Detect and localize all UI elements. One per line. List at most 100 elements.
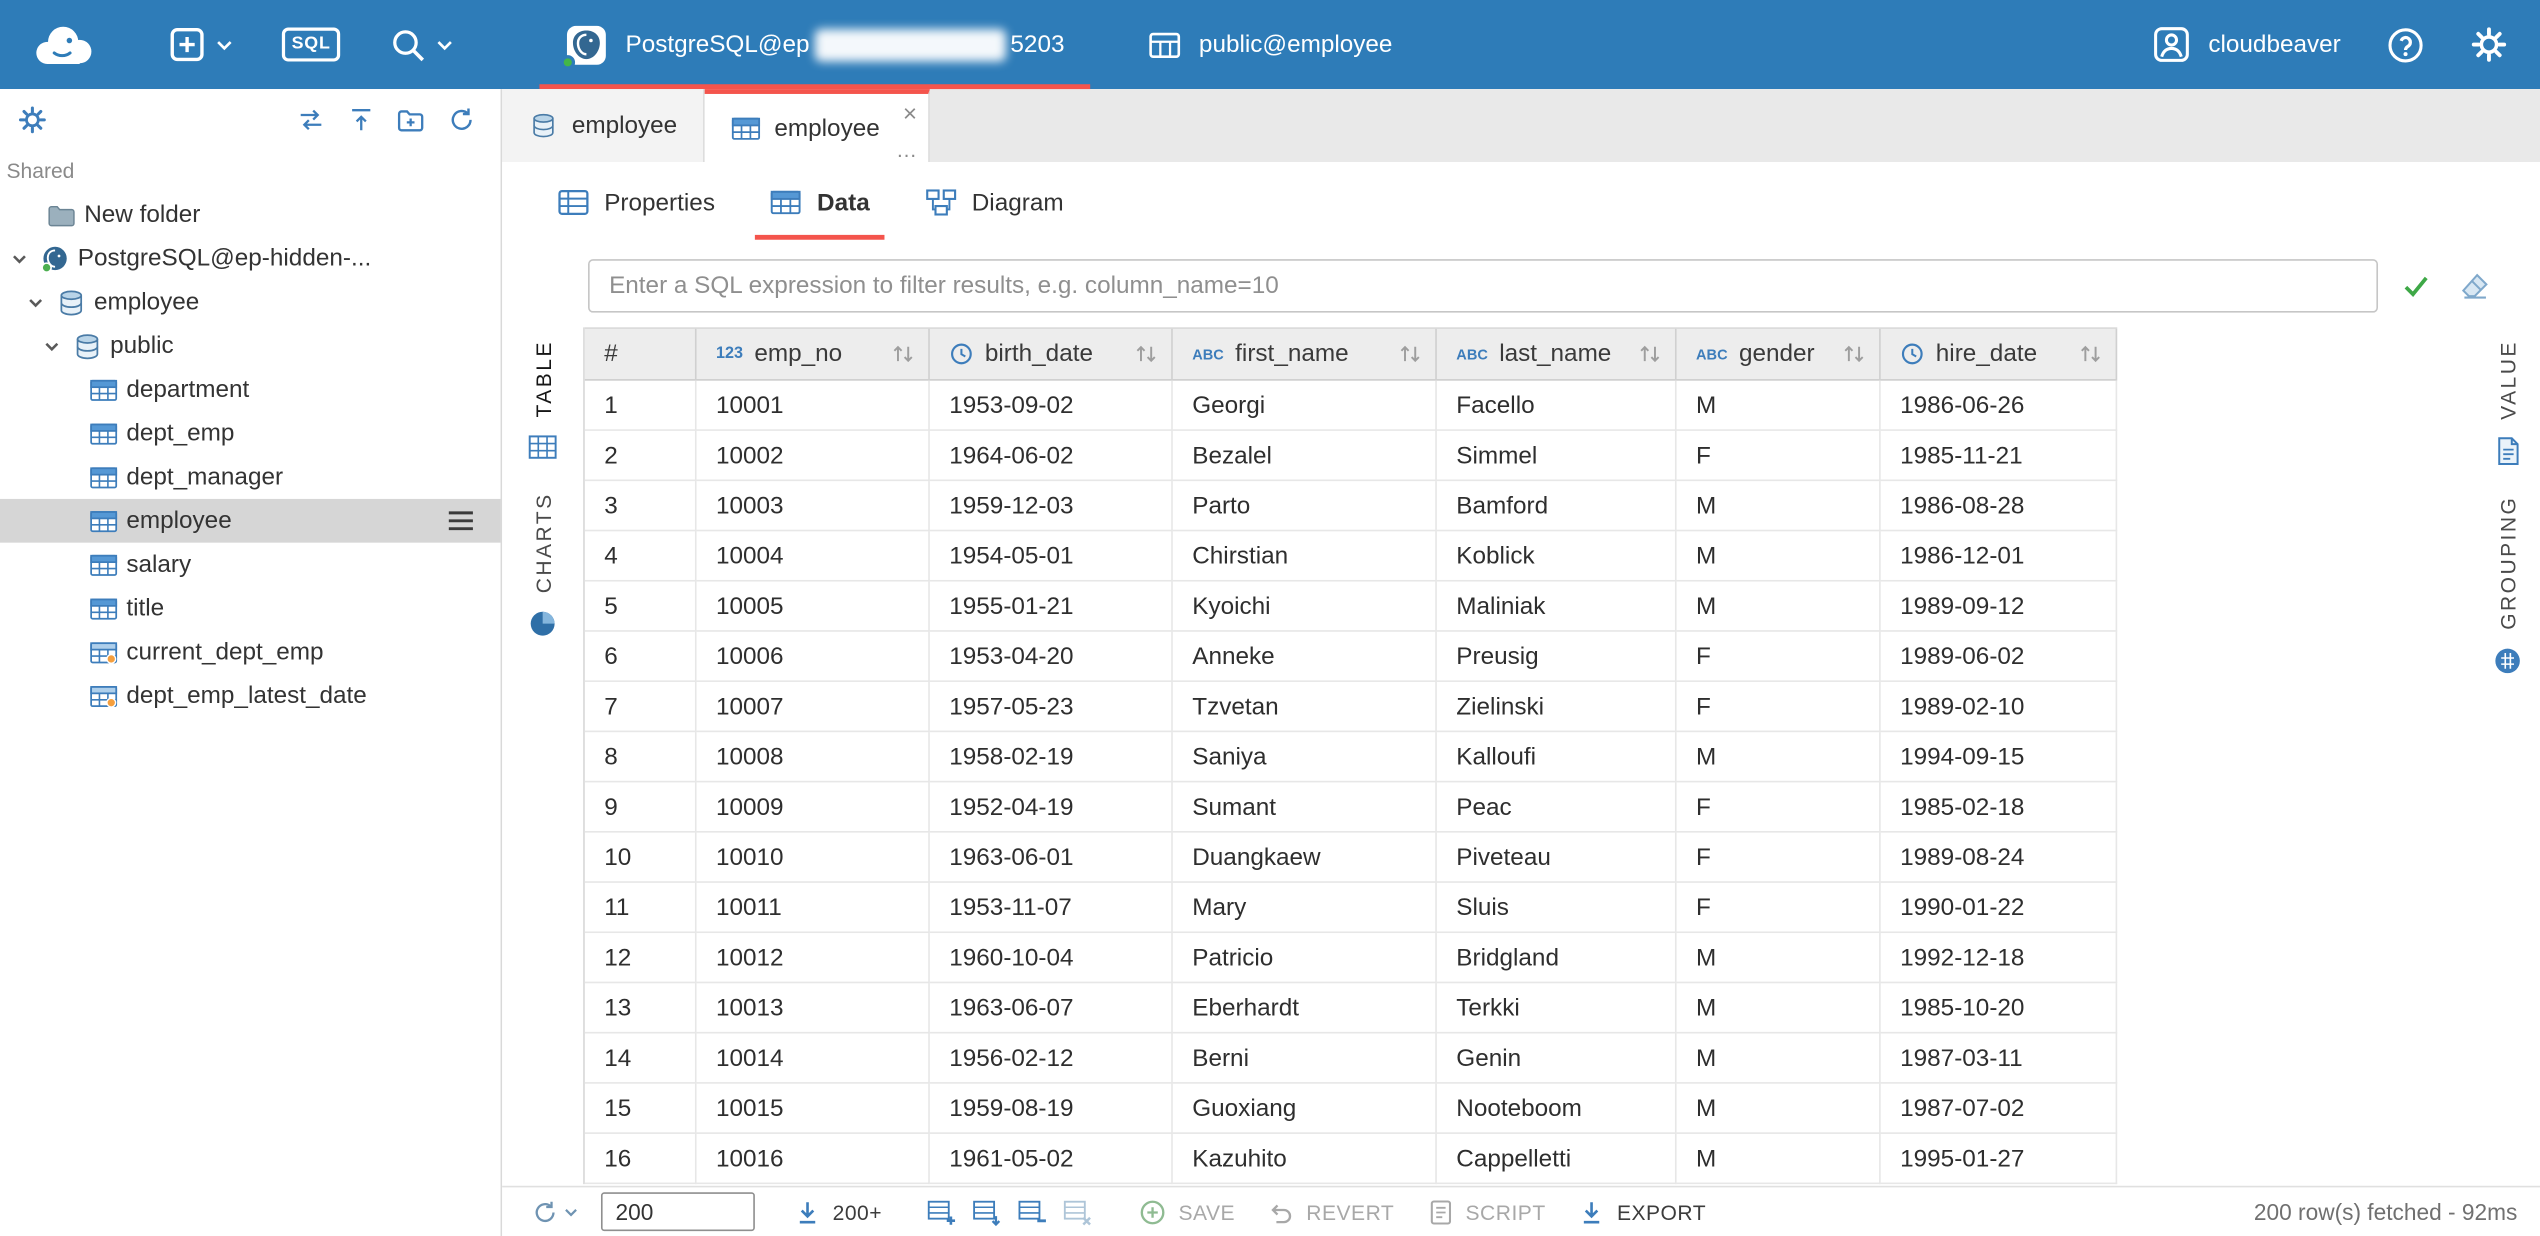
refresh-results-button[interactable] bbox=[525, 1198, 585, 1226]
new-folder-button[interactable] bbox=[386, 97, 436, 142]
cell-birth-date[interactable]: 1961-05-02 bbox=[930, 1134, 1173, 1184]
cell-birth-date[interactable]: 1956-02-12 bbox=[930, 1033, 1173, 1083]
panel-tab-grouping[interactable]: GROUPING bbox=[2493, 496, 2522, 675]
cell-gender[interactable]: F bbox=[1677, 782, 1881, 832]
cell-last-name[interactable]: Kalloufi bbox=[1437, 732, 1677, 782]
refresh-tree-button[interactable] bbox=[436, 97, 486, 142]
row-number-cell[interactable]: 7 bbox=[585, 682, 697, 732]
row-number-cell[interactable]: 15 bbox=[585, 1084, 697, 1134]
cell-first-name[interactable]: Chirstian bbox=[1173, 531, 1437, 581]
cell-hire-date[interactable]: 1987-07-02 bbox=[1881, 1084, 2118, 1134]
fetch-size-input[interactable] bbox=[601, 1192, 755, 1231]
navigator-settings-button[interactable] bbox=[6, 97, 56, 142]
cell-birth-date[interactable]: 1953-09-02 bbox=[930, 381, 1173, 431]
table-row[interactable]: 12 10012 1960-10-04 Patricio Bridgland M… bbox=[585, 933, 2117, 983]
sort-icon[interactable] bbox=[1638, 343, 1662, 364]
cell-emp-no[interactable]: 10002 bbox=[697, 431, 930, 481]
cell-hire-date[interactable]: 1986-12-01 bbox=[1881, 531, 2118, 581]
cell-gender[interactable]: M bbox=[1677, 1134, 1881, 1184]
cell-emp-no[interactable]: 10010 bbox=[697, 833, 930, 883]
row-number-cell[interactable]: 2 bbox=[585, 431, 697, 481]
cell-gender[interactable]: M bbox=[1677, 732, 1881, 782]
cell-last-name[interactable]: Preusig bbox=[1437, 632, 1677, 682]
cell-gender[interactable]: M bbox=[1677, 1033, 1881, 1083]
fetch-more-button[interactable]: 200+ bbox=[778, 1198, 899, 1226]
expand-chevron-icon[interactable] bbox=[39, 333, 65, 359]
tree-item-table-employee[interactable]: employee bbox=[0, 499, 501, 543]
cell-first-name[interactable]: Duangkaew bbox=[1173, 833, 1437, 883]
add-row-button[interactable] bbox=[927, 1196, 958, 1227]
row-number-cell[interactable]: 8 bbox=[585, 732, 697, 782]
presentation-tab-table[interactable]: TABLE bbox=[528, 340, 557, 459]
link-with-editor-button[interactable] bbox=[285, 97, 335, 142]
tab-diagram[interactable]: Diagram bbox=[902, 162, 1086, 243]
cell-first-name[interactable]: Parto bbox=[1173, 481, 1437, 531]
table-row[interactable]: 3 10003 1959-12-03 Parto Bamford M 1986-… bbox=[585, 481, 2117, 531]
sort-icon[interactable] bbox=[1134, 343, 1158, 364]
help-button[interactable] bbox=[2363, 0, 2447, 89]
tree-item-new-folder[interactable]: New folder bbox=[0, 193, 501, 237]
cell-birth-date[interactable]: 1959-08-19 bbox=[930, 1084, 1173, 1134]
settings-button[interactable] bbox=[2448, 0, 2531, 89]
column-header-rownum[interactable]: # bbox=[585, 329, 697, 379]
table-row[interactable]: 16 10016 1961-05-02 Kazuhito Cappelletti… bbox=[585, 1134, 2117, 1184]
cell-emp-no[interactable]: 10011 bbox=[697, 883, 930, 933]
cell-last-name[interactable]: Zielinski bbox=[1437, 682, 1677, 732]
column-header-hire-date[interactable]: hire_date bbox=[1881, 329, 2118, 379]
table-row[interactable]: 10 10010 1963-06-01 Duangkaew Piveteau F… bbox=[585, 833, 2117, 883]
column-header-gender[interactable]: ABC gender bbox=[1677, 329, 1881, 379]
tab-overflow-icon[interactable]: … bbox=[896, 139, 917, 160]
tree-item-view-current-dept-emp[interactable]: current_dept_emp bbox=[0, 630, 501, 674]
table-row[interactable]: 7 10007 1957-05-23 Tzvetan Zielinski F 1… bbox=[585, 682, 2117, 732]
cell-birth-date[interactable]: 1953-04-20 bbox=[930, 632, 1173, 682]
cell-emp-no[interactable]: 10003 bbox=[697, 481, 930, 531]
cloudbeaver-logo[interactable] bbox=[0, 0, 123, 89]
save-button[interactable]: SAVE bbox=[1123, 1198, 1251, 1226]
table-row[interactable]: 8 10008 1958-02-19 Saniya Kalloufi M 199… bbox=[585, 732, 2117, 782]
cell-gender[interactable]: F bbox=[1677, 833, 1881, 883]
tree-item-view-dept-emp-latest-date[interactable]: dept_emp_latest_date bbox=[0, 674, 501, 718]
cell-last-name[interactable]: Genin bbox=[1437, 1033, 1677, 1083]
cell-birth-date[interactable]: 1960-10-04 bbox=[930, 933, 1173, 983]
cell-emp-no[interactable]: 10007 bbox=[697, 682, 930, 732]
tree-item-table-title[interactable]: title bbox=[0, 586, 501, 630]
cell-last-name[interactable]: Nooteboom bbox=[1437, 1084, 1677, 1134]
cell-birth-date[interactable]: 1952-04-19 bbox=[930, 782, 1173, 832]
collapse-all-button[interactable] bbox=[335, 97, 385, 142]
column-header-emp-no[interactable]: 123 emp_no bbox=[697, 329, 930, 379]
cell-last-name[interactable]: Facello bbox=[1437, 381, 1677, 431]
cell-birth-date[interactable]: 1953-11-07 bbox=[930, 883, 1173, 933]
cell-emp-no[interactable]: 10014 bbox=[697, 1033, 930, 1083]
cell-last-name[interactable]: Bridgland bbox=[1437, 933, 1677, 983]
row-number-cell[interactable]: 4 bbox=[585, 531, 697, 581]
row-number-cell[interactable]: 6 bbox=[585, 632, 697, 682]
cell-emp-no[interactable]: 10008 bbox=[697, 732, 930, 782]
row-number-cell[interactable]: 10 bbox=[585, 833, 697, 883]
row-number-cell[interactable]: 9 bbox=[585, 782, 697, 832]
cell-birth-date[interactable]: 1963-06-01 bbox=[930, 833, 1173, 883]
cell-emp-no[interactable]: 10016 bbox=[697, 1134, 930, 1184]
tree-item-table-salary[interactable]: salary bbox=[0, 543, 501, 587]
cell-hire-date[interactable]: 1994-09-15 bbox=[1881, 732, 2118, 782]
cell-hire-date[interactable]: 1989-06-02 bbox=[1881, 632, 2118, 682]
row-number-cell[interactable]: 3 bbox=[585, 481, 697, 531]
cell-emp-no[interactable]: 10004 bbox=[697, 531, 930, 581]
cell-first-name[interactable]: Bezalel bbox=[1173, 431, 1437, 481]
column-header-birth-date[interactable]: birth_date bbox=[930, 329, 1173, 379]
table-row[interactable]: 5 10005 1955-01-21 Kyoichi Maliniak M 19… bbox=[585, 582, 2117, 632]
cell-emp-no[interactable]: 10001 bbox=[697, 381, 930, 431]
column-header-first-name[interactable]: ABC first_name bbox=[1173, 329, 1437, 379]
table-row[interactable]: 11 10011 1953-11-07 Mary Sluis F 1990-01… bbox=[585, 883, 2117, 933]
cell-last-name[interactable]: Simmel bbox=[1437, 431, 1677, 481]
tree-item-table-department[interactable]: department bbox=[0, 368, 501, 412]
row-number-cell[interactable]: 13 bbox=[585, 983, 697, 1033]
cell-gender[interactable]: M bbox=[1677, 933, 1881, 983]
new-object-button[interactable] bbox=[143, 0, 258, 89]
cell-gender[interactable]: M bbox=[1677, 381, 1881, 431]
table-row[interactable]: 6 10006 1953-04-20 Anneke Preusig F 1989… bbox=[585, 632, 2117, 682]
cell-birth-date[interactable]: 1964-06-02 bbox=[930, 431, 1173, 481]
cell-emp-no[interactable]: 10009 bbox=[697, 782, 930, 832]
cell-first-name[interactable]: Kazuhito bbox=[1173, 1134, 1437, 1184]
cell-first-name[interactable]: Berni bbox=[1173, 1033, 1437, 1083]
connection-selector[interactable]: PostgreSQL@ep 5203 bbox=[540, 0, 1091, 89]
